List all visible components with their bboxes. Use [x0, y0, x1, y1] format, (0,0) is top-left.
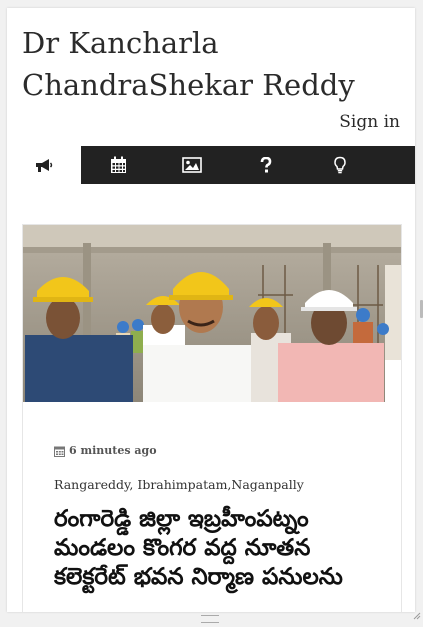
- nav-tab-events[interactable]: [81, 146, 155, 184]
- megaphone-icon: [36, 159, 53, 172]
- post-headline[interactable]: రంగారెడ్డి జిల్లా ఇబ్రహీంపట్నం మండలం కొం…: [54, 505, 374, 592]
- resize-grip-icon[interactable]: [413, 612, 421, 620]
- nav-tab-help[interactable]: [229, 146, 303, 184]
- sign-in-link[interactable]: Sign in: [339, 112, 400, 132]
- nav-tab-ideas[interactable]: [303, 146, 377, 184]
- main-nav: [7, 146, 415, 184]
- lightbulb-icon: [334, 156, 346, 174]
- site-title[interactable]: Dr Kancharla ChandraShekar Reddy: [22, 22, 402, 106]
- post-meta: 6 minutes ago: [54, 444, 157, 457]
- calendar-icon: [54, 446, 65, 457]
- page-card: Dr Kancharla ChandraShekar Reddy Sign in: [7, 8, 415, 612]
- nav-tab-announcements[interactable]: [7, 146, 81, 184]
- drag-handle-icon[interactable]: [201, 615, 219, 623]
- post-location: Rangareddy, Ibrahimpatam,Naganpally: [54, 477, 304, 492]
- nav-tab-gallery[interactable]: [155, 146, 229, 184]
- post-timestamp: 6 minutes ago: [69, 444, 157, 457]
- calendar-icon: [110, 156, 126, 173]
- post-card: 6 minutes ago Rangareddy, Ibrahimpatam,N…: [22, 224, 402, 612]
- post-photo[interactable]: [23, 225, 401, 402]
- question-icon: [260, 157, 272, 173]
- image-icon: [182, 157, 202, 173]
